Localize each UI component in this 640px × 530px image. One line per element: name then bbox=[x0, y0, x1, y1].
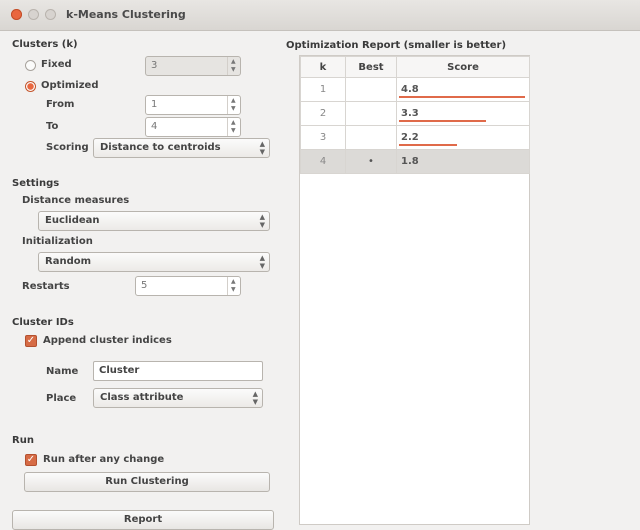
to-label: To bbox=[46, 121, 59, 132]
column-header-score[interactable]: Score bbox=[396, 56, 530, 78]
append-indices-checkbox[interactable]: ✓ bbox=[25, 335, 37, 347]
score-cell: 3.3 bbox=[396, 101, 530, 126]
name-label: Name bbox=[46, 366, 79, 377]
chevron-updown-icon: ▲ ▼ bbox=[252, 390, 258, 406]
place-label: Place bbox=[46, 393, 77, 404]
close-window-icon[interactable] bbox=[11, 9, 22, 20]
score-cell: 2.2 bbox=[396, 125, 530, 150]
best-cell bbox=[345, 125, 397, 150]
cluster-ids-heading: Cluster IDs bbox=[12, 317, 74, 328]
k-cell: 2 bbox=[300, 101, 346, 126]
chevron-updown-icon: ▲ ▼ bbox=[259, 213, 265, 229]
report-button[interactable]: Report bbox=[12, 510, 274, 530]
best-cell: • bbox=[345, 149, 397, 174]
restarts-label: Restarts bbox=[22, 281, 70, 292]
run-heading: Run bbox=[12, 435, 34, 446]
place-combo[interactable]: Class attribute ▲ ▼ bbox=[93, 388, 263, 408]
append-indices-label: Append cluster indices bbox=[43, 335, 172, 346]
name-field[interactable]: Cluster bbox=[93, 361, 263, 381]
score-cell: 1.8 bbox=[396, 149, 530, 174]
score-cell: 4.8 bbox=[396, 77, 530, 102]
column-header-k[interactable]: k bbox=[300, 56, 346, 78]
fixed-radio[interactable] bbox=[25, 60, 36, 71]
table-row[interactable]: 2 3.3 bbox=[300, 101, 530, 126]
score-bar bbox=[399, 96, 525, 98]
chevron-updown-icon: ▲ ▼ bbox=[259, 254, 265, 270]
k-cell: 3 bbox=[300, 125, 346, 150]
initialization-combo[interactable]: Random ▲ ▼ bbox=[38, 252, 270, 272]
run-clustering-button[interactable]: Run Clustering bbox=[24, 472, 270, 492]
best-cell bbox=[345, 77, 397, 102]
title-bar: k-Means Clustering bbox=[0, 0, 640, 31]
run-after-change-label: Run after any change bbox=[43, 454, 165, 465]
table-row[interactable]: 3 2.2 bbox=[300, 125, 530, 150]
scoring-label: Scoring bbox=[46, 142, 89, 153]
table-row[interactable]: 1 4.8 bbox=[300, 77, 530, 102]
table-row[interactable]: 4 • 1.8 bbox=[300, 149, 530, 174]
scoring-combo[interactable]: Distance to centroids ▲ ▼ bbox=[93, 138, 270, 158]
spin-arrows-icon[interactable]: ▲ ▼ bbox=[227, 277, 240, 295]
from-spinbox[interactable]: 1 ▲ ▼ bbox=[145, 95, 241, 115]
score-value: 4.8 bbox=[401, 84, 419, 95]
optimized-radio[interactable] bbox=[25, 81, 36, 92]
column-header-best[interactable]: Best bbox=[345, 56, 397, 78]
report-title: Optimization Report (smaller is better) bbox=[286, 40, 507, 51]
score-bar bbox=[399, 120, 486, 122]
spin-arrows-icon[interactable]: ▲ ▼ bbox=[227, 57, 240, 75]
chevron-updown-icon: ▲ ▼ bbox=[259, 140, 265, 156]
distance-label: Distance measures bbox=[22, 195, 130, 206]
settings-heading: Settings bbox=[12, 178, 60, 189]
run-after-change-checkbox[interactable]: ✓ bbox=[25, 454, 37, 466]
k-cell: 4 bbox=[300, 149, 346, 174]
k-cell: 1 bbox=[300, 77, 346, 102]
maximize-window-icon[interactable] bbox=[45, 9, 56, 20]
fixed-k-spinbox[interactable]: 3 ▲ ▼ bbox=[145, 56, 241, 76]
minimize-window-icon[interactable] bbox=[28, 9, 39, 20]
score-value: 3.3 bbox=[401, 108, 419, 119]
spin-arrows-icon[interactable]: ▲ ▼ bbox=[227, 96, 240, 114]
optimized-label: Optimized bbox=[41, 80, 99, 91]
window-title: k-Means Clustering bbox=[66, 8, 186, 21]
distance-combo[interactable]: Euclidean ▲ ▼ bbox=[38, 211, 270, 231]
score-value: 2.2 bbox=[401, 132, 419, 143]
initialization-label: Initialization bbox=[22, 236, 93, 247]
restarts-spinbox[interactable]: 5 ▲ ▼ bbox=[135, 276, 241, 296]
to-spinbox[interactable]: 4 ▲ ▼ bbox=[145, 117, 241, 137]
from-label: From bbox=[46, 99, 75, 110]
report-table[interactable]: k Best Score 1 4.8 2 3.3 3 2.2 4 • 1.8 bbox=[300, 56, 530, 174]
clusters-heading: Clusters (k) bbox=[12, 39, 78, 50]
fixed-label: Fixed bbox=[41, 59, 72, 70]
best-cell bbox=[345, 101, 397, 126]
score-value: 1.8 bbox=[401, 156, 419, 167]
spin-arrows-icon[interactable]: ▲ ▼ bbox=[227, 118, 240, 136]
score-bar bbox=[399, 144, 457, 146]
